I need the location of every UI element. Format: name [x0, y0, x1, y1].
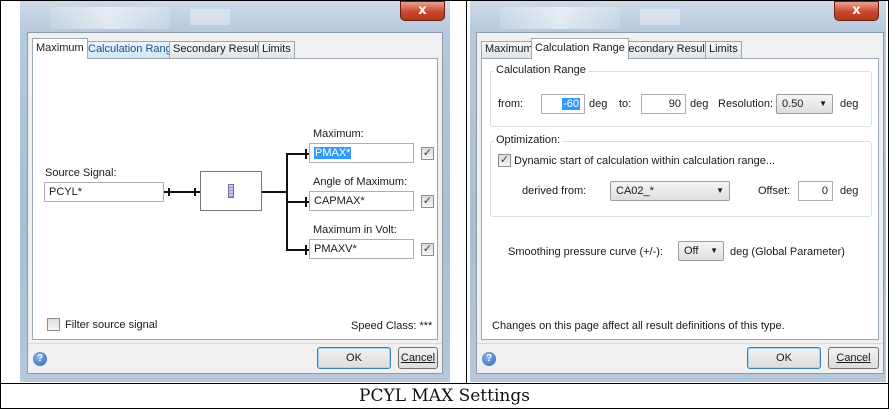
filter-source-signal-checkbox[interactable]	[47, 318, 60, 331]
maximum-in-volt-checkbox[interactable]: ✓	[421, 243, 434, 256]
derived-from-value: CA02_*	[616, 185, 654, 197]
dialog-button-bar: ? OK Cancel	[477, 343, 883, 373]
maximum-in-volt-label: Maximum in Volt:	[313, 224, 397, 236]
offset-field[interactable]: 0	[798, 181, 833, 201]
resolution-label: Resolution:	[718, 98, 774, 110]
maximum-value: PMAX*	[314, 147, 352, 159]
angle-of-maximum-label: Angle of Maximum:	[313, 176, 408, 188]
help-icon[interactable]: ?	[482, 352, 496, 366]
left-dialog-window: x Maximum Calculation Range Secondary Re…	[20, 1, 450, 382]
tab-page-calculation-range: Calculation Range from: -60 deg to: 90 d…	[481, 58, 879, 340]
offset-unit: deg	[840, 185, 859, 197]
from-unit: deg	[589, 98, 608, 110]
dialog-client: Maximum Calculation Range Secondary Resu…	[476, 32, 884, 374]
connector-tick	[305, 197, 307, 207]
close-button[interactable]: x	[400, 1, 445, 21]
ok-button[interactable]: OK	[747, 347, 821, 369]
filter-source-signal-label: Filter source signal	[65, 319, 158, 331]
to-label: to:	[619, 98, 632, 110]
to-unit: deg	[690, 98, 709, 110]
angle-of-maximum-field[interactable]: CAPMAX*	[309, 191, 414, 211]
dynamic-start-checkbox[interactable]: ✓	[498, 154, 511, 167]
speed-class-label: Speed Class: ***	[351, 320, 433, 332]
maximum-function-block	[200, 171, 262, 211]
resolution-dropdown[interactable]: 0.50 ▼	[776, 94, 833, 114]
tab-secondary-results[interactable]: Secondary Results	[169, 41, 270, 58]
smoothing-label: Smoothing pressure curve (+/-):	[508, 246, 663, 258]
maximum-field[interactable]: PMAX*	[309, 143, 414, 163]
to-field[interactable]: 90	[641, 94, 686, 114]
help-icon[interactable]: ?	[33, 352, 47, 366]
function-icon	[228, 184, 234, 198]
maximum-in-volt-field[interactable]: PMAXV*	[309, 239, 414, 259]
source-signal-label: Source Signal:	[45, 167, 117, 179]
chevron-down-icon: ▼	[716, 186, 724, 195]
smoothing-unit: deg (Global Parameter)	[730, 246, 845, 258]
chevron-down-icon: ▼	[819, 99, 827, 108]
maximum-label: Maximum:	[313, 128, 364, 140]
connector-tick	[168, 188, 170, 196]
angle-of-maximum-checkbox[interactable]: ✓	[421, 195, 434, 208]
cancel-button[interactable]: Cancel	[828, 347, 879, 369]
tab-calculation-range[interactable]: Calculation Range	[531, 38, 629, 59]
tab-maximum[interactable]: Maximum	[481, 41, 537, 58]
from-label: from:	[498, 98, 524, 110]
from-value: -60	[562, 98, 580, 110]
offset-label: Offset:	[758, 185, 791, 197]
dialog-button-bar: ? OK Cancel	[28, 343, 442, 373]
derived-from-label: derived from:	[522, 185, 587, 197]
tab-limits[interactable]: Limits	[705, 41, 742, 58]
connector-tick	[305, 245, 307, 255]
connector-line	[262, 191, 287, 193]
derived-from-dropdown[interactable]: CA02_* ▼	[610, 181, 730, 201]
close-button[interactable]: x	[834, 1, 879, 21]
footer-note: Changes on this page affect all result d…	[492, 320, 785, 332]
resolution-value: 0.50	[782, 98, 804, 110]
cancel-button[interactable]: Cancel	[398, 347, 438, 369]
connector-tick	[305, 149, 307, 159]
optimization-title: Optimization:	[494, 134, 563, 146]
cancel-label: Cancel	[400, 352, 436, 364]
title-bar-glass	[500, 7, 620, 29]
chevron-down-icon: ▼	[710, 246, 718, 255]
title-bar-glass	[640, 9, 680, 25]
from-field[interactable]: -60	[541, 94, 585, 114]
connector-tick	[194, 188, 196, 196]
dialog-client: Maximum Calculation Range Secondary Resu…	[27, 32, 443, 374]
right-dialog-window: x Maximum Calculation Range Secondary Re…	[470, 1, 886, 382]
smoothing-dropdown[interactable]: Off ▼	[678, 241, 724, 261]
tab-secondary-results[interactable]: Secondary Results	[617, 41, 718, 58]
dynamic-start-label: Dynamic start of calculation within calc…	[514, 155, 776, 167]
title-bar-glass	[50, 7, 170, 29]
tab-calculation-range[interactable]: Calculation Range	[84, 41, 182, 58]
panel-divider	[466, 0, 467, 383]
cancel-label: Cancel	[836, 352, 871, 364]
source-signal-field[interactable]: PCYL*	[44, 182, 164, 202]
tab-maximum[interactable]: Maximum	[32, 38, 88, 59]
smoothing-value: Off	[684, 245, 699, 257]
ok-button[interactable]: OK	[317, 347, 391, 369]
maximum-checkbox[interactable]: ✓	[421, 147, 434, 160]
optimization-group	[490, 141, 872, 217]
figure-caption: PCYL MAX Settings	[359, 386, 530, 406]
calculation-range-title: Calculation Range	[494, 64, 588, 76]
tab-limits[interactable]: Limits	[258, 41, 295, 58]
tab-page-maximum: Source Signal: PCYL* Maximum: PMAX* ✓ An…	[32, 58, 438, 340]
resolution-unit: deg	[840, 98, 859, 110]
title-bar-glass	[190, 9, 230, 25]
